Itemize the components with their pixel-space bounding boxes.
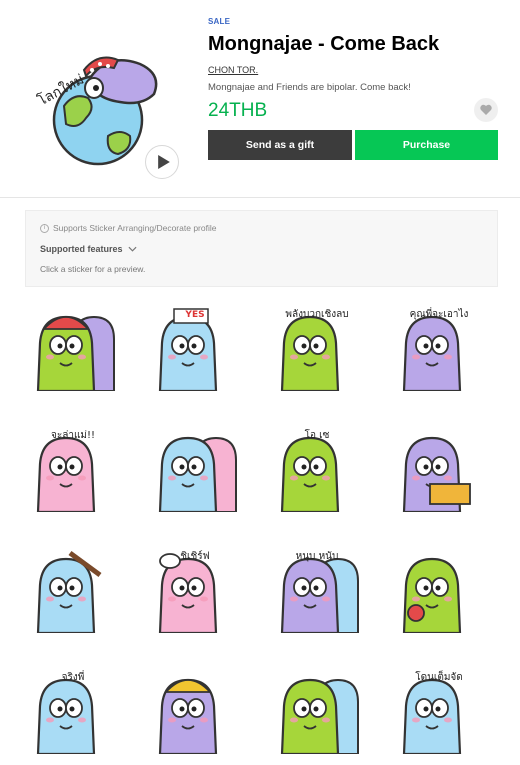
sticker-item[interactable] (30, 305, 116, 393)
sticker-item[interactable] (396, 426, 482, 514)
product-price: 24THB (208, 100, 268, 121)
play-icon (157, 155, 170, 169)
sticker-image (36, 550, 102, 635)
sticker-item[interactable] (396, 547, 482, 635)
sticker-image (36, 315, 115, 393)
sticker-item[interactable] (30, 547, 116, 635)
sticker-caption: หนุบ หนับ (295, 551, 339, 562)
sticker-item[interactable]: โอ เซ (274, 426, 360, 514)
sticker-image (402, 557, 462, 635)
sticker-item[interactable]: ชิเชิร์ฟ (152, 547, 238, 635)
sticker-image (402, 436, 471, 514)
sticker-image (158, 678, 218, 756)
chevron-down-icon (128, 246, 137, 252)
info-icon: i (40, 223, 49, 233)
sticker-item[interactable]: พลังบวกเชิงลบ (274, 305, 360, 393)
sticker-caption: คุณพี่จะเอาไง (409, 309, 469, 320)
sticker-item[interactable]: คุณพี่จะเอาไง (396, 305, 482, 393)
product-header: โลกใหม่ SALE Mongnajae - Come Back CHON … (0, 0, 520, 198)
favorite-button[interactable] (474, 98, 498, 122)
product-title: Mongnajae - Come Back (208, 33, 440, 55)
supported-features-label: Supported features (40, 244, 123, 254)
sale-badge: SALE (208, 17, 231, 26)
support-note-text: Supports Sticker Arranging/Decorate prof… (53, 223, 217, 233)
sticker-item[interactable] (152, 426, 238, 514)
sticker-caption: จะล่าแม่!! (50, 430, 96, 441)
sticker-item[interactable]: จะล่าแม่!! (30, 426, 116, 514)
sticker-caption: YES (185, 310, 205, 320)
sticker-item[interactable]: โดนเต็มจัด (396, 668, 482, 756)
author-link[interactable]: CHON TOR. (208, 65, 258, 75)
sticker-caption: โอ เซ (304, 430, 330, 441)
sticker-item[interactable] (152, 668, 238, 756)
sticker-image (158, 436, 237, 514)
sticker-item[interactable]: จริงพี่ (30, 668, 116, 756)
supported-features-toggle[interactable]: Supported features (40, 244, 137, 254)
support-note: i Supports Sticker Arranging/Decorate pr… (40, 223, 216, 233)
preview-hint: Click a sticker for a preview. (40, 264, 146, 274)
heart-icon (480, 104, 492, 115)
sticker-caption: จริงพี่ (61, 672, 85, 683)
sticker-caption: โดนเต็มจัด (415, 672, 463, 683)
play-preview-button[interactable] (145, 145, 179, 179)
product-description: Mongnajae and Friends are bipolar. Come … (208, 82, 411, 93)
purchase-button[interactable]: Purchase (355, 130, 498, 160)
send-gift-button[interactable]: Send as a gift (208, 130, 352, 160)
sticker-caption: พลังบวกเชิงลบ (285, 309, 349, 320)
sticker-item[interactable]: YES (152, 305, 238, 393)
sticker-caption: ชิเชิร์ฟ (180, 551, 210, 562)
sticker-item[interactable] (274, 668, 360, 756)
info-panel: i Supports Sticker Arranging/Decorate pr… (25, 210, 498, 287)
sticker-item[interactable]: หนุบ หนับ (274, 547, 360, 635)
sticker-image (280, 678, 359, 756)
